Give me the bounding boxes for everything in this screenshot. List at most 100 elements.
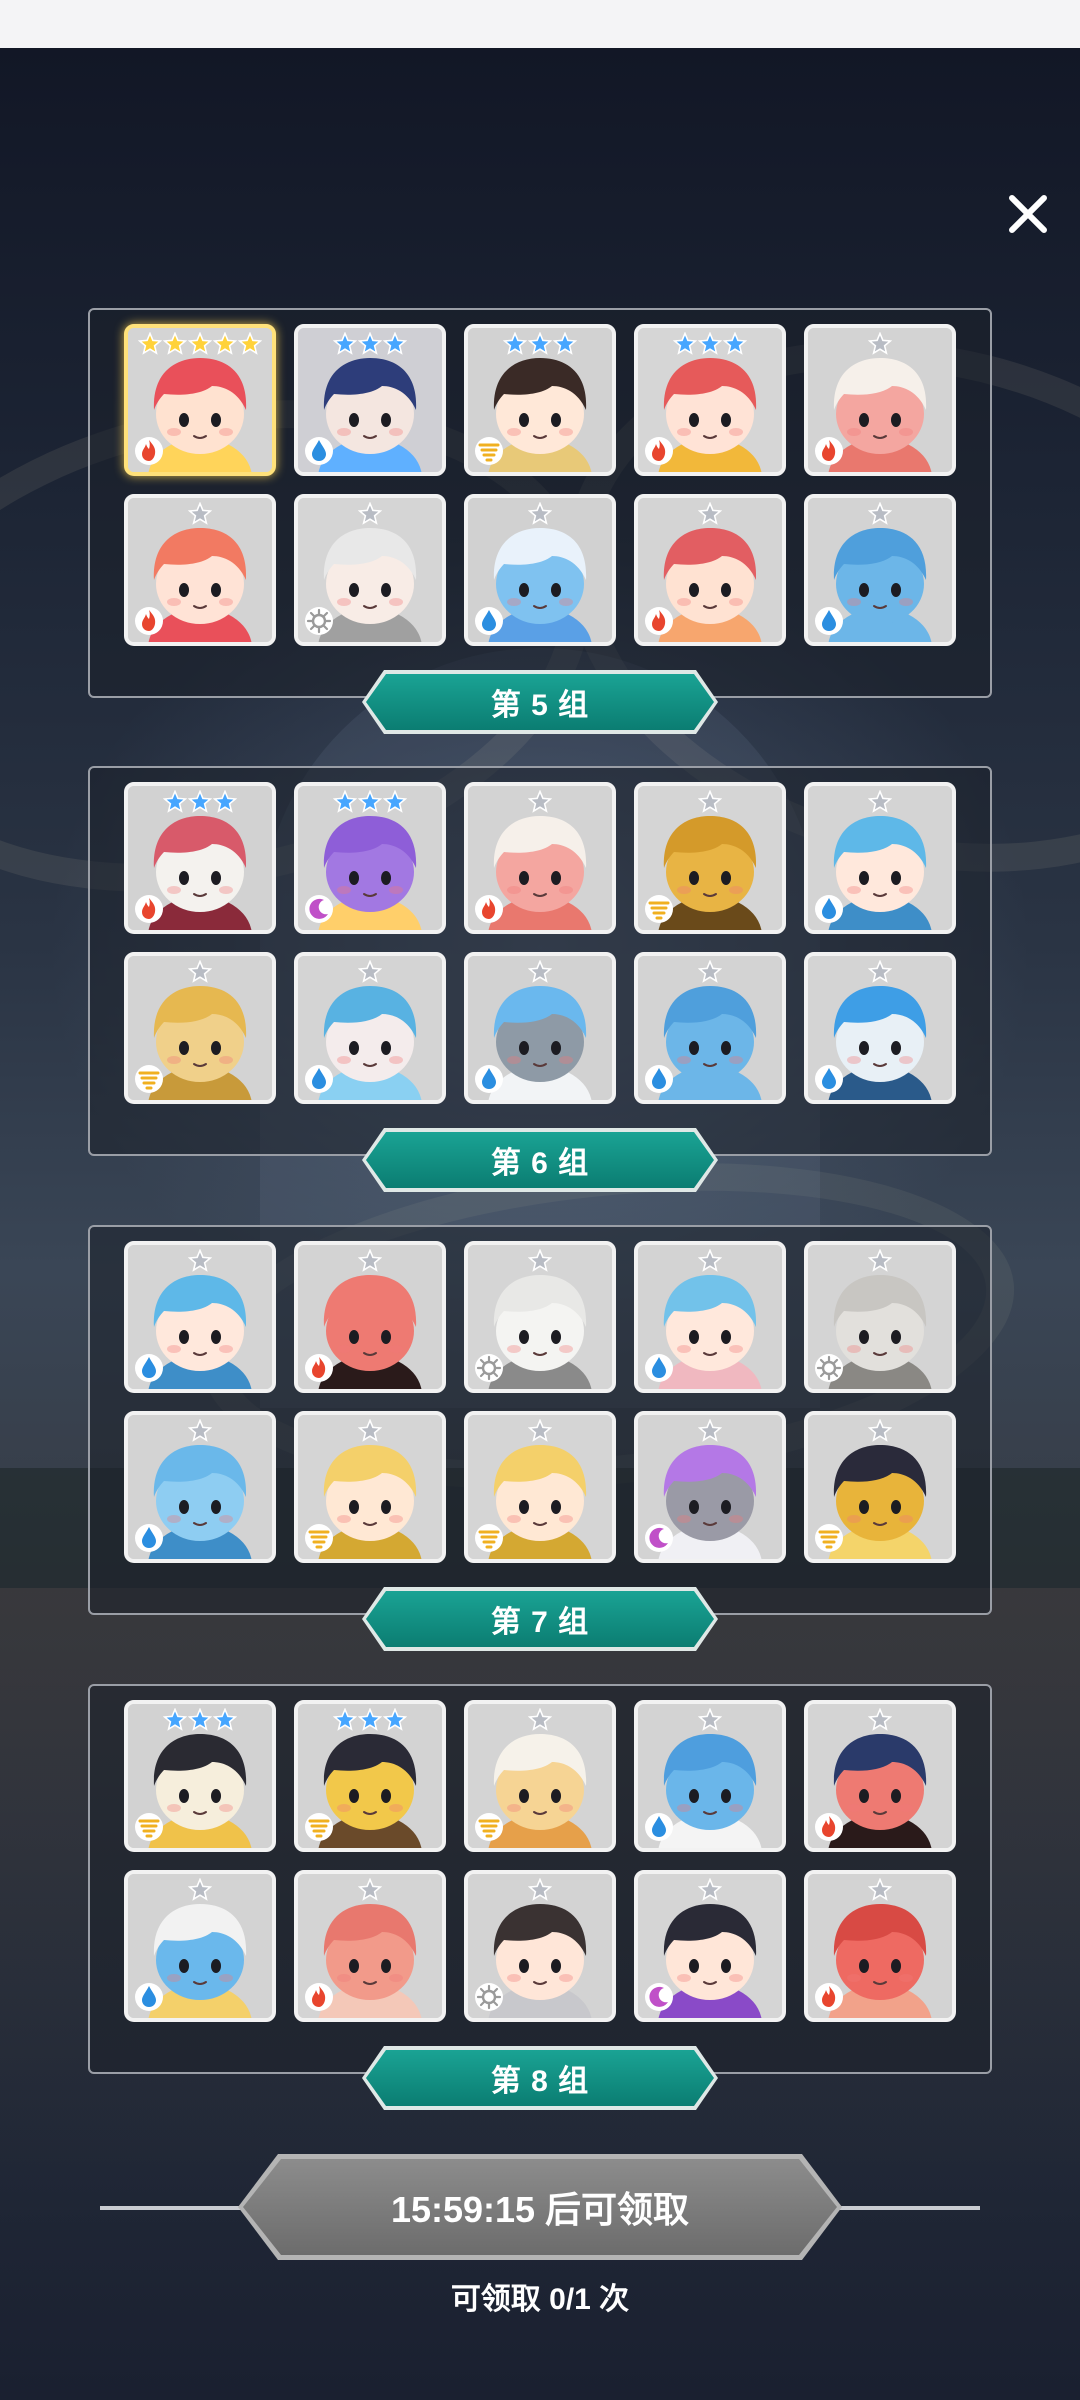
hero-card-horned-beast[interactable] <box>124 782 276 934</box>
star-rating <box>468 1418 612 1448</box>
star-rating <box>468 331 612 361</box>
star-rating <box>808 789 952 819</box>
hero-card-red-octopus[interactable] <box>294 1241 446 1393</box>
star-rating <box>298 501 442 531</box>
star-icon <box>867 331 893 361</box>
hero-grid <box>124 1700 956 2022</box>
group-label-tab: 第 6 组 <box>362 1128 718 1192</box>
star-rating <box>808 959 952 989</box>
hero-card-dark-blue-warrior[interactable] <box>294 324 446 476</box>
hero-card-armored-knight[interactable] <box>464 1870 616 2022</box>
fire-element-icon <box>304 1982 334 2012</box>
wind-element-icon <box>474 1523 504 1553</box>
water-element-icon <box>814 606 844 636</box>
star-icon <box>212 331 238 361</box>
star-icon <box>332 1707 358 1737</box>
light-element-icon <box>474 1982 504 2012</box>
dark-element-icon <box>304 894 334 924</box>
star-rating <box>128 331 272 361</box>
water-element-icon <box>134 1523 164 1553</box>
hero-card-winged-knight[interactable] <box>464 952 616 1104</box>
close-button[interactable] <box>996 182 1060 246</box>
star-icon <box>162 331 188 361</box>
hero-card-ribbon-girl[interactable] <box>124 494 276 646</box>
hero-card-white-hair-mage[interactable] <box>294 494 446 646</box>
star-icon <box>212 789 238 819</box>
hero-card-blue-golem[interactable] <box>124 1411 276 1563</box>
star-icon <box>357 1418 383 1448</box>
star-icon <box>697 789 723 819</box>
group-label-tab: 第 7 组 <box>362 1587 718 1651</box>
star-rating <box>638 1877 782 1907</box>
star-icon <box>237 331 263 361</box>
hero-card-black-hair-archer[interactable] <box>464 324 616 476</box>
star-icon <box>697 1877 723 1907</box>
star-icon <box>672 331 698 361</box>
star-icon <box>357 1248 383 1278</box>
hero-card-goggle-boy[interactable] <box>634 494 786 646</box>
light-element-icon <box>474 1353 504 1383</box>
dark-element-icon <box>644 1982 674 2012</box>
star-icon <box>137 331 163 361</box>
hero-card-blue-bear[interactable] <box>124 1870 276 2022</box>
hero-card-blue-ribbon-girl[interactable] <box>804 782 956 934</box>
hero-card-crowned-queen[interactable] <box>634 324 786 476</box>
hero-card-bandaged-peach[interactable] <box>804 324 956 476</box>
hero-card-purple-dragon[interactable] <box>294 782 446 934</box>
hero-card-red-worm[interactable] <box>804 1870 956 2022</box>
hero-card-blue-robot[interactable] <box>804 952 956 1104</box>
hero-card-blue-spotted-shell[interactable] <box>464 494 616 646</box>
hero-card-pink-shell[interactable] <box>294 1870 446 2022</box>
fire-element-icon <box>644 436 674 466</box>
hero-card-golden-wolf[interactable] <box>124 952 276 1104</box>
star-rating <box>298 789 442 819</box>
hero-card-golden-antlers[interactable] <box>294 1411 446 1563</box>
hero-card-bandaged-mummy[interactable] <box>124 1700 276 1852</box>
hero-group-panel <box>88 1684 992 2074</box>
hero-card-ice-maiden[interactable] <box>294 952 446 1104</box>
timer-divider-right <box>830 2206 980 2210</box>
hero-card-red-skull-pirate[interactable] <box>804 1700 956 1852</box>
hero-card-blue-ribbon-girl[interactable] <box>124 1241 276 1393</box>
star-icon <box>552 331 578 361</box>
water-element-icon <box>134 1982 164 2012</box>
hero-card-stone-shell[interactable] <box>804 1241 956 1393</box>
star-rating <box>128 1248 272 1278</box>
hero-card-treasure-chest[interactable] <box>804 1411 956 1563</box>
star-rating <box>638 1248 782 1278</box>
star-icon <box>357 1707 383 1737</box>
star-rating <box>638 501 782 531</box>
hero-card-golden-antlers[interactable] <box>464 1411 616 1563</box>
star-rating <box>638 1418 782 1448</box>
claim-timer-button[interactable]: 15:59:15 后可领取 <box>238 2154 842 2260</box>
star-rating <box>298 331 442 361</box>
hero-card-blue-worm[interactable] <box>634 952 786 1104</box>
hero-card-card-mage[interactable] <box>634 1870 786 2022</box>
wind-element-icon <box>134 1064 164 1094</box>
claim-count-text: 可领取 0/1 次 <box>450 2283 630 2316</box>
light-element-icon <box>304 606 334 636</box>
hero-card-blue-cactus[interactable] <box>634 1700 786 1852</box>
star-icon <box>527 959 553 989</box>
fire-element-icon <box>134 894 164 924</box>
hero-card-bandaged-peach[interactable] <box>464 782 616 934</box>
hero-card-pyramid-eye[interactable] <box>294 1700 446 1852</box>
water-element-icon <box>304 436 334 466</box>
group-label: 第 7 组 <box>490 1606 590 1639</box>
star-icon <box>357 1877 383 1907</box>
star-icon <box>527 501 553 531</box>
hero-card-red-hair-girl[interactable] <box>124 324 276 476</box>
hero-card-golden-tree[interactable] <box>634 782 786 934</box>
water-element-icon <box>474 1064 504 1094</box>
fire-element-icon <box>644 606 674 636</box>
hero-card-bandaged-hamster[interactable] <box>464 1700 616 1852</box>
star-rating <box>468 1877 612 1907</box>
fire-element-icon <box>134 436 164 466</box>
hero-card-blue-cat-girl[interactable] <box>634 1241 786 1393</box>
star-icon <box>357 501 383 531</box>
hero-card-white-ghost[interactable] <box>464 1241 616 1393</box>
hero-card-blue-worm[interactable] <box>804 494 956 646</box>
star-rating <box>808 1248 952 1278</box>
hero-card-purple-knight[interactable] <box>634 1411 786 1563</box>
star-rating <box>128 1707 272 1737</box>
